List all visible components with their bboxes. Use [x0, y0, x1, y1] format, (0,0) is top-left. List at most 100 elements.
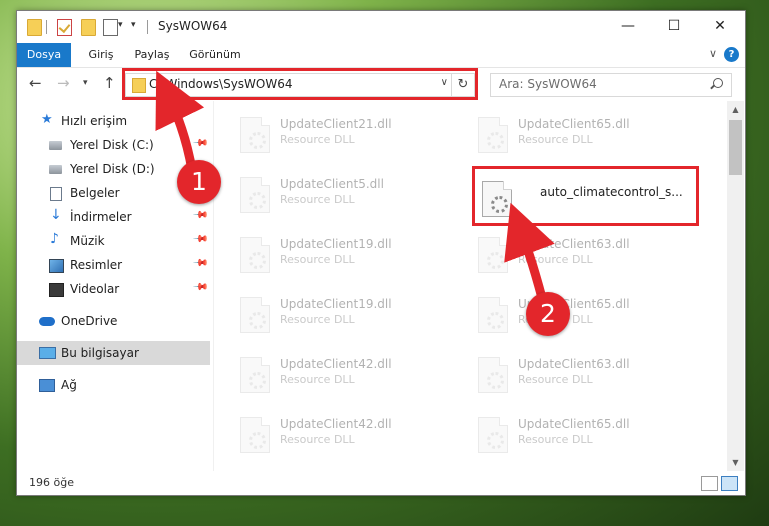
file-type: Resource DLL [280, 253, 355, 266]
scroll-up-icon[interactable]: ▲ [727, 101, 744, 118]
file-type: Resource DLL [518, 433, 593, 446]
sidebar-item-label: Belgeler [70, 186, 120, 200]
file-item[interactable]: UpdateClient5.dll Resource DLL [234, 173, 454, 223]
file-type: Resource DLL [280, 313, 355, 326]
scroll-down-icon[interactable]: ▼ [727, 454, 744, 471]
file-type: Resource DLL [280, 373, 355, 386]
file-item[interactable]: UpdateClient19.dll Resource DLL [234, 233, 454, 283]
pin-icon[interactable]: 📌 [191, 255, 208, 272]
file-type: Resource DLL [518, 373, 593, 386]
tab-view[interactable]: Görünüm [187, 43, 243, 67]
file-name: UpdateClient65.dll [518, 417, 630, 431]
toolbar-separator [46, 20, 47, 34]
file-type: Resource DLL [280, 193, 355, 206]
customize-toolbar-icon[interactable]: ▾ [131, 20, 136, 30]
file-item[interactable]: UpdateClient42.dll Resource DLL [234, 413, 454, 463]
pin-icon[interactable]: 📌 [191, 135, 208, 152]
vertical-scrollbar[interactable]: ▲ ▼ [727, 101, 744, 471]
dll-file-icon [478, 237, 508, 273]
window-title: SysWOW64 [158, 19, 228, 33]
search-input[interactable]: Ara: SysWOW64 [490, 73, 732, 97]
dll-file-icon [240, 417, 270, 453]
music-icon: ♪ [50, 231, 59, 247]
dll-file-icon [240, 297, 270, 333]
file-item[interactable]: UpdateClient65.dll Resource DLL [472, 293, 692, 343]
sidebar-item-downloads[interactable]: ↓ İndirmeler 📌 [17, 205, 210, 229]
sidebar-item-network[interactable]: Ağ [17, 373, 210, 397]
file-name: UpdateClient65.dll [518, 117, 630, 131]
sidebar-item-videos[interactable]: Videolar 📌 [17, 277, 210, 301]
address-highlight-box [122, 68, 478, 100]
file-type: Resource DLL [518, 133, 593, 146]
pin-icon[interactable]: 📌 [191, 279, 208, 296]
file-type: Resource DLL [518, 253, 593, 266]
tab-file[interactable]: Dosya [17, 43, 71, 67]
help-button[interactable]: ? [724, 47, 739, 62]
step-1-badge: 1 [177, 160, 221, 204]
file-item[interactable]: UpdateClient21.dll Resource DLL [234, 113, 454, 163]
file-item[interactable]: UpdateClient63.dll Resource DLL [472, 233, 692, 283]
navigation-pane: ★ Hızlı erişim Yerel Disk (C:) 📌 Yerel D… [17, 101, 214, 471]
new-folder-icon[interactable] [81, 19, 96, 36]
file-list: UpdateClient21.dll Resource DLL UpdateCl… [214, 101, 726, 471]
pin-icon[interactable]: 📌 [191, 231, 208, 248]
scrollbar-thumb[interactable] [729, 120, 742, 175]
tab-share[interactable]: Paylaş [129, 43, 175, 67]
file-type: Resource DLL [280, 133, 355, 146]
network-icon [39, 379, 55, 392]
ribbon-tabs: Dosya Giriş Paylaş Görünüm ∨ ? [17, 43, 745, 68]
file-name: UpdateClient63.dll [518, 357, 630, 371]
videos-icon [49, 283, 64, 297]
sidebar-item-label: İndirmeler [70, 210, 132, 224]
recent-locations-icon[interactable]: ▾ [83, 78, 88, 88]
sidebar-item-label: Ağ [61, 378, 77, 392]
sidebar-item-this-pc[interactable]: Bu bilgisayar [17, 341, 210, 365]
sidebar-item-onedrive[interactable]: OneDrive [17, 309, 210, 333]
pin-icon[interactable]: 📌 [191, 207, 208, 224]
title-bar: ▾ ▾ SysWOW64 — ☐ ✕ [17, 11, 745, 43]
minimize-button[interactable]: — [605, 11, 651, 43]
maximize-button[interactable]: ☐ [651, 11, 697, 43]
sidebar-item-quick-access[interactable]: ★ Hızlı erişim [17, 109, 210, 133]
tab-home[interactable]: Giriş [79, 43, 123, 67]
file-name: UpdateClient42.dll [280, 357, 392, 371]
file-item[interactable]: UpdateClient42.dll Resource DLL [234, 353, 454, 403]
file-item[interactable]: UpdateClient65.dll Resource DLL [472, 113, 692, 163]
expand-ribbon-icon[interactable]: ∨ [709, 47, 717, 60]
large-icons-view-button[interactable] [721, 476, 738, 491]
file-item[interactable]: UpdateClient63.dll Resource DLL [472, 353, 692, 403]
close-button[interactable]: ✕ [697, 11, 743, 43]
details-view-button[interactable] [701, 476, 718, 491]
dll-file-icon [240, 237, 270, 273]
up-button[interactable]: ↑ [103, 74, 116, 92]
status-bar: 196 öğe [17, 472, 745, 494]
sidebar-item-pictures[interactable]: Resimler 📌 [17, 253, 210, 277]
sidebar-item-label: Bu bilgisayar [61, 346, 139, 360]
file-name: UpdateClient19.dll [280, 237, 392, 251]
back-button[interactable]: ← [29, 74, 42, 92]
drive-icon [49, 165, 62, 174]
cloud-icon [39, 317, 55, 326]
star-icon: ★ [41, 112, 53, 127]
chevron-down-icon[interactable]: ▾ [118, 20, 123, 30]
search-icon[interactable] [713, 78, 723, 88]
file-item[interactable]: UpdateClient65.dll Resource DLL [472, 413, 692, 463]
sidebar-item-label: Hızlı erişim [61, 114, 128, 128]
sidebar-item-music[interactable]: ♪ Müzik 📌 [17, 229, 210, 253]
properties-check-icon[interactable] [57, 19, 72, 36]
dll-file-icon [478, 297, 508, 333]
view-options-icon[interactable] [103, 19, 118, 36]
item-count: 196 öğe [29, 476, 74, 489]
dll-file-icon [240, 357, 270, 393]
folder-icon [27, 19, 42, 36]
dll-file-icon [478, 117, 508, 153]
forward-button[interactable]: → [57, 74, 70, 92]
sidebar-item-label: Yerel Disk (C:) [70, 138, 154, 152]
drive-icon [49, 141, 62, 150]
sidebar-item-local-disk-c[interactable]: Yerel Disk (C:) 📌 [17, 133, 210, 157]
dll-file-icon [478, 357, 508, 393]
sidebar-item-label: Müzik [70, 234, 105, 248]
search-placeholder: Ara: SysWOW64 [499, 77, 597, 91]
dll-file-icon [240, 117, 270, 153]
file-item[interactable]: UpdateClient19.dll Resource DLL [234, 293, 454, 343]
